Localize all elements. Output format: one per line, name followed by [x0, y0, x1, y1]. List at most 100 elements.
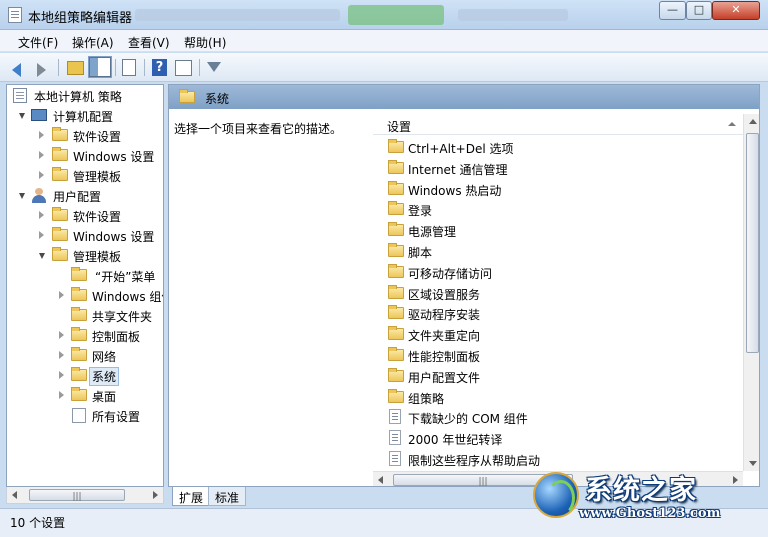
show-hide-tree-icon[interactable]: [88, 56, 112, 78]
tree-node-root[interactable]: 本地计算机 策略: [13, 86, 163, 105]
folder-icon: [388, 367, 404, 382]
tree-label: 本地计算机 策略: [34, 90, 122, 104]
menu-help[interactable]: 帮助(H): [184, 34, 226, 51]
column-header-setting[interactable]: 设置: [373, 114, 743, 135]
collapse-arrow-icon[interactable]: [59, 391, 64, 399]
collapse-arrow-icon[interactable]: [59, 291, 64, 299]
setting-icon: [389, 409, 401, 425]
collapse-arrow-icon[interactable]: [59, 351, 64, 359]
settings-list-item[interactable]: 区域设置服务: [385, 282, 735, 303]
menu-view[interactable]: 查看(V): [128, 34, 170, 51]
tree-node-computer-config[interactable]: 计算机配置: [17, 106, 163, 125]
folder-icon: [52, 167, 68, 181]
settings-list-item[interactable]: 文件夹重定向: [385, 323, 735, 344]
settings-list-item[interactable]: 2000 年世纪转译: [385, 427, 735, 448]
settings-list-item-label: 区域设置服务: [408, 287, 481, 302]
tree-node-system[interactable]: 系统: [57, 366, 163, 386]
settings-list: 设置 Ctrl+Alt+Del 选项 Internet 通信管理 Windows 热…: [373, 114, 759, 486]
collapse-arrow-icon[interactable]: [39, 171, 44, 179]
folder-icon: [71, 387, 87, 401]
policy-icon: [13, 88, 27, 103]
settings-list-item[interactable]: 脚本: [385, 240, 735, 261]
expand-arrow-icon[interactable]: [19, 193, 25, 199]
tree-horizontal-scrollbar[interactable]: |||: [6, 487, 164, 504]
settings-list-item[interactable]: 性能控制面板: [385, 344, 735, 365]
settings-list-item[interactable]: 驱动程序安装: [385, 302, 735, 323]
settings-list-item[interactable]: Internet 通信管理: [385, 157, 735, 178]
settings-list-item[interactable]: 下载缺少的 COM 组件: [385, 406, 735, 427]
forward-arrow-icon[interactable]: [37, 63, 46, 77]
tree-node-cc-software[interactable]: 软件设置: [37, 126, 163, 145]
scroll-left-arrow-icon[interactable]: [12, 491, 17, 499]
tab-standard[interactable]: 标准: [208, 487, 247, 506]
scroll-thumb[interactable]: [746, 133, 759, 353]
scroll-right-arrow-icon[interactable]: [153, 491, 158, 499]
tree-label: 软件设置: [73, 210, 122, 224]
maximize-button[interactable]: □: [686, 1, 712, 20]
tree-node-uc-windows[interactable]: Windows 设置: [37, 226, 163, 245]
watermark-url: www.Ghost123.com: [579, 506, 721, 521]
tree-label: Windows 设置: [73, 230, 155, 244]
folder-icon: [71, 267, 87, 281]
tree-node-user-config[interactable]: 用户配置: [17, 186, 163, 205]
blurred-area: [135, 9, 340, 21]
toolbar-separator: [58, 59, 59, 76]
all-settings-icon: [72, 408, 86, 423]
minimize-button[interactable]: —: [659, 1, 686, 20]
list-vertical-scrollbar[interactable]: [743, 114, 759, 471]
tree-node-shared-folders[interactable]: 共享文件夹: [57, 306, 163, 325]
tree-node-control-panel[interactable]: 控制面板: [57, 326, 163, 345]
tree-node-cc-admin[interactable]: 管理模板: [37, 166, 163, 185]
scroll-up-arrow-icon[interactable]: [749, 119, 757, 124]
collapse-arrow-icon[interactable]: [39, 231, 44, 239]
menu-file[interactable]: 文件(F): [18, 34, 58, 51]
tab-extended[interactable]: 扩展: [172, 487, 211, 506]
export-list-icon[interactable]: [122, 59, 136, 76]
blurred-area: [348, 5, 444, 25]
back-arrow-icon[interactable]: [12, 63, 21, 77]
scroll-left-arrow-icon[interactable]: [378, 476, 383, 484]
column-header-label: 设置: [387, 120, 412, 134]
settings-list-item[interactable]: 可移动存储访问: [385, 261, 735, 282]
collapse-arrow-icon[interactable]: [39, 131, 44, 139]
help-icon[interactable]: ?: [152, 59, 167, 76]
tree-node-all-settings[interactable]: 所有设置: [57, 406, 163, 425]
tree-node-network[interactable]: 网络: [57, 346, 163, 365]
tree-label: 所有设置: [92, 410, 141, 424]
settings-list-item-label: 用户配置文件: [408, 370, 481, 385]
scroll-thumb[interactable]: |||: [29, 489, 125, 502]
folder-icon: [388, 284, 404, 299]
properties-icon[interactable]: [175, 60, 192, 76]
menu-action[interactable]: 操作(A): [72, 34, 114, 51]
settings-list-item[interactable]: 登录: [385, 198, 735, 219]
folder-icon: [52, 247, 68, 261]
settings-list-item[interactable]: 组策略: [385, 386, 735, 407]
tree-node-uc-admin[interactable]: 管理模板: [37, 246, 163, 265]
collapse-arrow-icon[interactable]: [39, 211, 44, 219]
folder-icon: [388, 388, 404, 403]
settings-list-item[interactable]: 电源管理: [385, 219, 735, 240]
filter-icon[interactable]: [207, 62, 221, 72]
settings-list-item[interactable]: Windows 热启动: [385, 178, 735, 199]
tree-node-cc-windows[interactable]: Windows 设置: [37, 146, 163, 165]
folder-icon: [52, 147, 68, 161]
tree-node-uc-software[interactable]: 软件设置: [37, 206, 163, 225]
folder-icon: [71, 367, 87, 381]
settings-list-item[interactable]: Ctrl+Alt+Del 选项: [385, 136, 735, 157]
settings-list-item-label: 脚本: [408, 246, 433, 260]
tree-node-windows-components[interactable]: Windows 组件: [57, 286, 163, 305]
settings-list-item-label: 限制这些程序从帮助启动: [408, 454, 541, 468]
collapse-arrow-icon[interactable]: [59, 331, 64, 339]
tree-node-start-menu[interactable]: “开始”菜单: [57, 266, 163, 285]
up-folder-icon[interactable]: [67, 61, 84, 75]
settings-list-item-label: 可移动存储访问: [408, 266, 493, 281]
tree-node-desktop[interactable]: 桌面: [57, 386, 163, 405]
expand-arrow-icon[interactable]: [39, 253, 45, 259]
tree-label: 桌面: [92, 390, 117, 404]
collapse-arrow-icon[interactable]: [39, 151, 44, 159]
collapse-arrow-icon[interactable]: [59, 371, 64, 379]
expand-arrow-icon[interactable]: [19, 113, 25, 119]
close-button[interactable]: ✕: [712, 1, 760, 20]
settings-list-item[interactable]: 用户配置文件: [385, 365, 735, 386]
sort-arrow-icon: [728, 122, 736, 126]
